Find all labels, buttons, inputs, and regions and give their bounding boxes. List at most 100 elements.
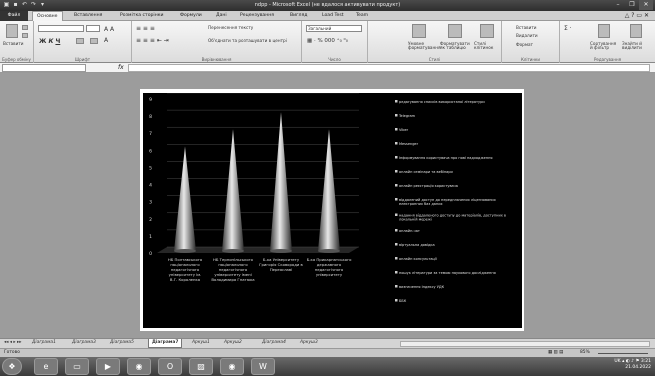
photo-icon[interactable]: ▨ <box>189 358 213 375</box>
copy-icon[interactable] <box>22 33 28 38</box>
font-name-box[interactable] <box>38 25 84 32</box>
number-group: Загальний ▦ · % 000 ⁺₀ ⁰₀ Число <box>302 21 368 63</box>
conditional-format-icon[interactable] <box>412 24 426 38</box>
borders-icon[interactable] <box>76 38 84 44</box>
y-tick-label: 3 <box>149 200 152 206</box>
tab-insert[interactable]: Вставлення <box>74 13 102 18</box>
sheet-tab[interactable]: Діаграма5 <box>110 340 134 345</box>
tab-review[interactable]: Рецензування <box>240 13 274 18</box>
help-icon[interactable]: △ ? ▭ ✕ <box>625 12 649 19</box>
font-group-label: Шрифт <box>74 57 91 62</box>
format-table-icon[interactable] <box>448 24 462 38</box>
tab-load-test[interactable]: Load Test <box>322 13 344 18</box>
windows-start-icon[interactable]: ❖ <box>2 358 22 375</box>
view-buttons[interactable]: ▦ ▥ ▤ <box>548 350 563 355</box>
legend-label: пошук літератури за темою наукового досл… <box>399 271 496 275</box>
legend-label: віддалений доступ до передплачених ліцен… <box>399 198 496 206</box>
ie-icon[interactable]: e <box>34 358 58 375</box>
paste-icon[interactable] <box>6 24 18 38</box>
cut-icon[interactable] <box>22 25 28 30</box>
tab-data[interactable]: Дані <box>216 13 227 18</box>
legend-swatch <box>395 100 398 103</box>
x-tick-label: Б-ка Університету Григорія Сковороди в Пер… <box>259 257 303 272</box>
sheet-tab[interactable]: Аркуш2 <box>224 340 242 345</box>
delete-cells-button[interactable]: Видалити <box>516 33 538 38</box>
tab-formulas[interactable]: Формули <box>180 13 202 18</box>
align-left-icon[interactable]: ≡ ≡ ≡ ⇤ ⇥ <box>136 37 169 44</box>
close-button[interactable]: ✕ <box>639 0 653 10</box>
media-icon[interactable]: ▶ <box>96 358 120 375</box>
legend-swatch <box>395 285 398 288</box>
x-tick-label: Б-ка Прикарпатського державного педагогічн… <box>307 257 353 277</box>
explorer-icon[interactable]: ▭ <box>65 358 89 375</box>
maximize-button[interactable]: ❐ <box>625 0 639 10</box>
legend-label: ББК <box>399 299 407 303</box>
tab-team[interactable]: Team <box>356 13 368 18</box>
sheet-tab[interactable]: Аркуш3 <box>300 340 318 345</box>
formula-input[interactable] <box>128 64 650 72</box>
legend-swatch <box>395 198 398 201</box>
cell-styles-icon[interactable] <box>480 24 494 38</box>
name-box[interactable] <box>2 64 86 72</box>
tab-home[interactable]: Основне <box>32 11 63 21</box>
legend-swatch <box>395 114 398 117</box>
taskbar: ❖ e ▭ ▶ ◉ O ▨ ◉ W UK ▴ ◐ ♪ ⚑ 3:21 21.04.2022 <box>0 357 655 376</box>
number-group-label: Число <box>328 57 341 62</box>
legend-swatch <box>395 213 398 216</box>
legend-swatch <box>395 128 398 131</box>
horizontal-scrollbar[interactable] <box>400 341 650 347</box>
format-cells-button[interactable]: Формат <box>516 42 533 47</box>
language-indicator[interactable]: UK <box>614 359 620 364</box>
chart-bar-cone <box>270 112 292 251</box>
wrap-text-button[interactable]: Перенесення тексту <box>208 25 253 30</box>
styles-group: Умовне форматування Форматувати як табли… <box>368 21 502 63</box>
align-top-icon[interactable]: ≡ ≡ ≡ <box>136 25 155 32</box>
legend-label: надання віддаленого доступу до матеріалі… <box>399 214 506 222</box>
y-tick-label: 2 <box>149 217 152 223</box>
find-select-icon[interactable] <box>630 24 642 38</box>
formula-bar: fx <box>0 63 655 73</box>
paste-button[interactable]: Вставити <box>3 41 24 46</box>
percent-icon[interactable]: ▦ · % 000 ⁺₀ ⁰₀ <box>307 38 348 44</box>
sheet-tab[interactable]: Діаграма4 <box>262 340 286 345</box>
status-ready: Готово <box>4 350 20 355</box>
find-select-button[interactable]: Знайти й виділити <box>622 41 652 51</box>
opera-icon[interactable]: O <box>158 358 182 375</box>
zoom-level[interactable]: 85% <box>580 350 590 355</box>
sort-filter-icon[interactable] <box>598 24 610 38</box>
grow-font-icon[interactable]: A A <box>104 26 114 33</box>
sort-filter-button[interactable]: Сортування й фільтр <box>590 41 620 51</box>
sheet-tab[interactable]: Діаграма7 <box>148 339 183 348</box>
legend-label: онлайн семінари та вебінари <box>399 170 453 174</box>
conditional-format-button[interactable]: Умовне форматування <box>408 41 440 51</box>
bold-icon[interactable]: Ж К Ч <box>39 38 60 45</box>
word-icon[interactable]: W <box>251 358 275 375</box>
excel-window: ▣ ▪ ↶ ↷ ▾ ndpp - Microsoft Excel (не вда… <box>0 0 655 376</box>
tab-file[interactable]: Файл <box>0 11 28 21</box>
minimize-button[interactable]: – <box>611 0 625 10</box>
cell-styles-button[interactable]: Стилі клітинок <box>474 41 500 51</box>
font-size-box[interactable] <box>86 25 100 32</box>
y-tick-label: 4 <box>149 183 152 189</box>
window-controls: – ❐ ✕ <box>611 0 653 10</box>
zoom-slider[interactable] <box>598 353 648 354</box>
chrome-icon[interactable]: ◉ <box>127 358 151 375</box>
fill-color-icon[interactable] <box>90 38 98 44</box>
format-table-button[interactable]: Форматувати як таблицю <box>440 41 470 51</box>
sheet-nav-arrows-icon[interactable]: ◂◂ ◂ ▸ ▸▸ <box>4 340 21 345</box>
font-color-icon[interactable]: A <box>104 37 108 44</box>
chart[interactable]: 0 1 2 3 4 5 6 7 8 9 НБ Полтавського національного пе… <box>143 93 522 328</box>
autosum-icon[interactable]: Σ · <box>564 25 572 32</box>
chrome-alt-icon[interactable]: ◉ <box>220 358 244 375</box>
legend-swatch <box>395 257 398 260</box>
clock-time: 3:21 <box>640 359 651 364</box>
fx-icon[interactable]: fx <box>118 64 124 71</box>
tab-view[interactable]: Вигляд <box>290 13 307 18</box>
tab-page-layout[interactable]: Розмітка сторінки <box>120 13 163 18</box>
sheet-tab[interactable]: Аркуш1 <box>192 340 210 345</box>
chart-bar-cone <box>174 146 196 251</box>
merge-center-button[interactable]: Об'єднати та розташувати в центрі <box>208 38 287 43</box>
insert-cells-button[interactable]: Вставити <box>516 25 537 30</box>
sheet-tab[interactable]: Діаграма1 <box>32 340 56 345</box>
sheet-tab[interactable]: Діаграма3 <box>72 340 96 345</box>
